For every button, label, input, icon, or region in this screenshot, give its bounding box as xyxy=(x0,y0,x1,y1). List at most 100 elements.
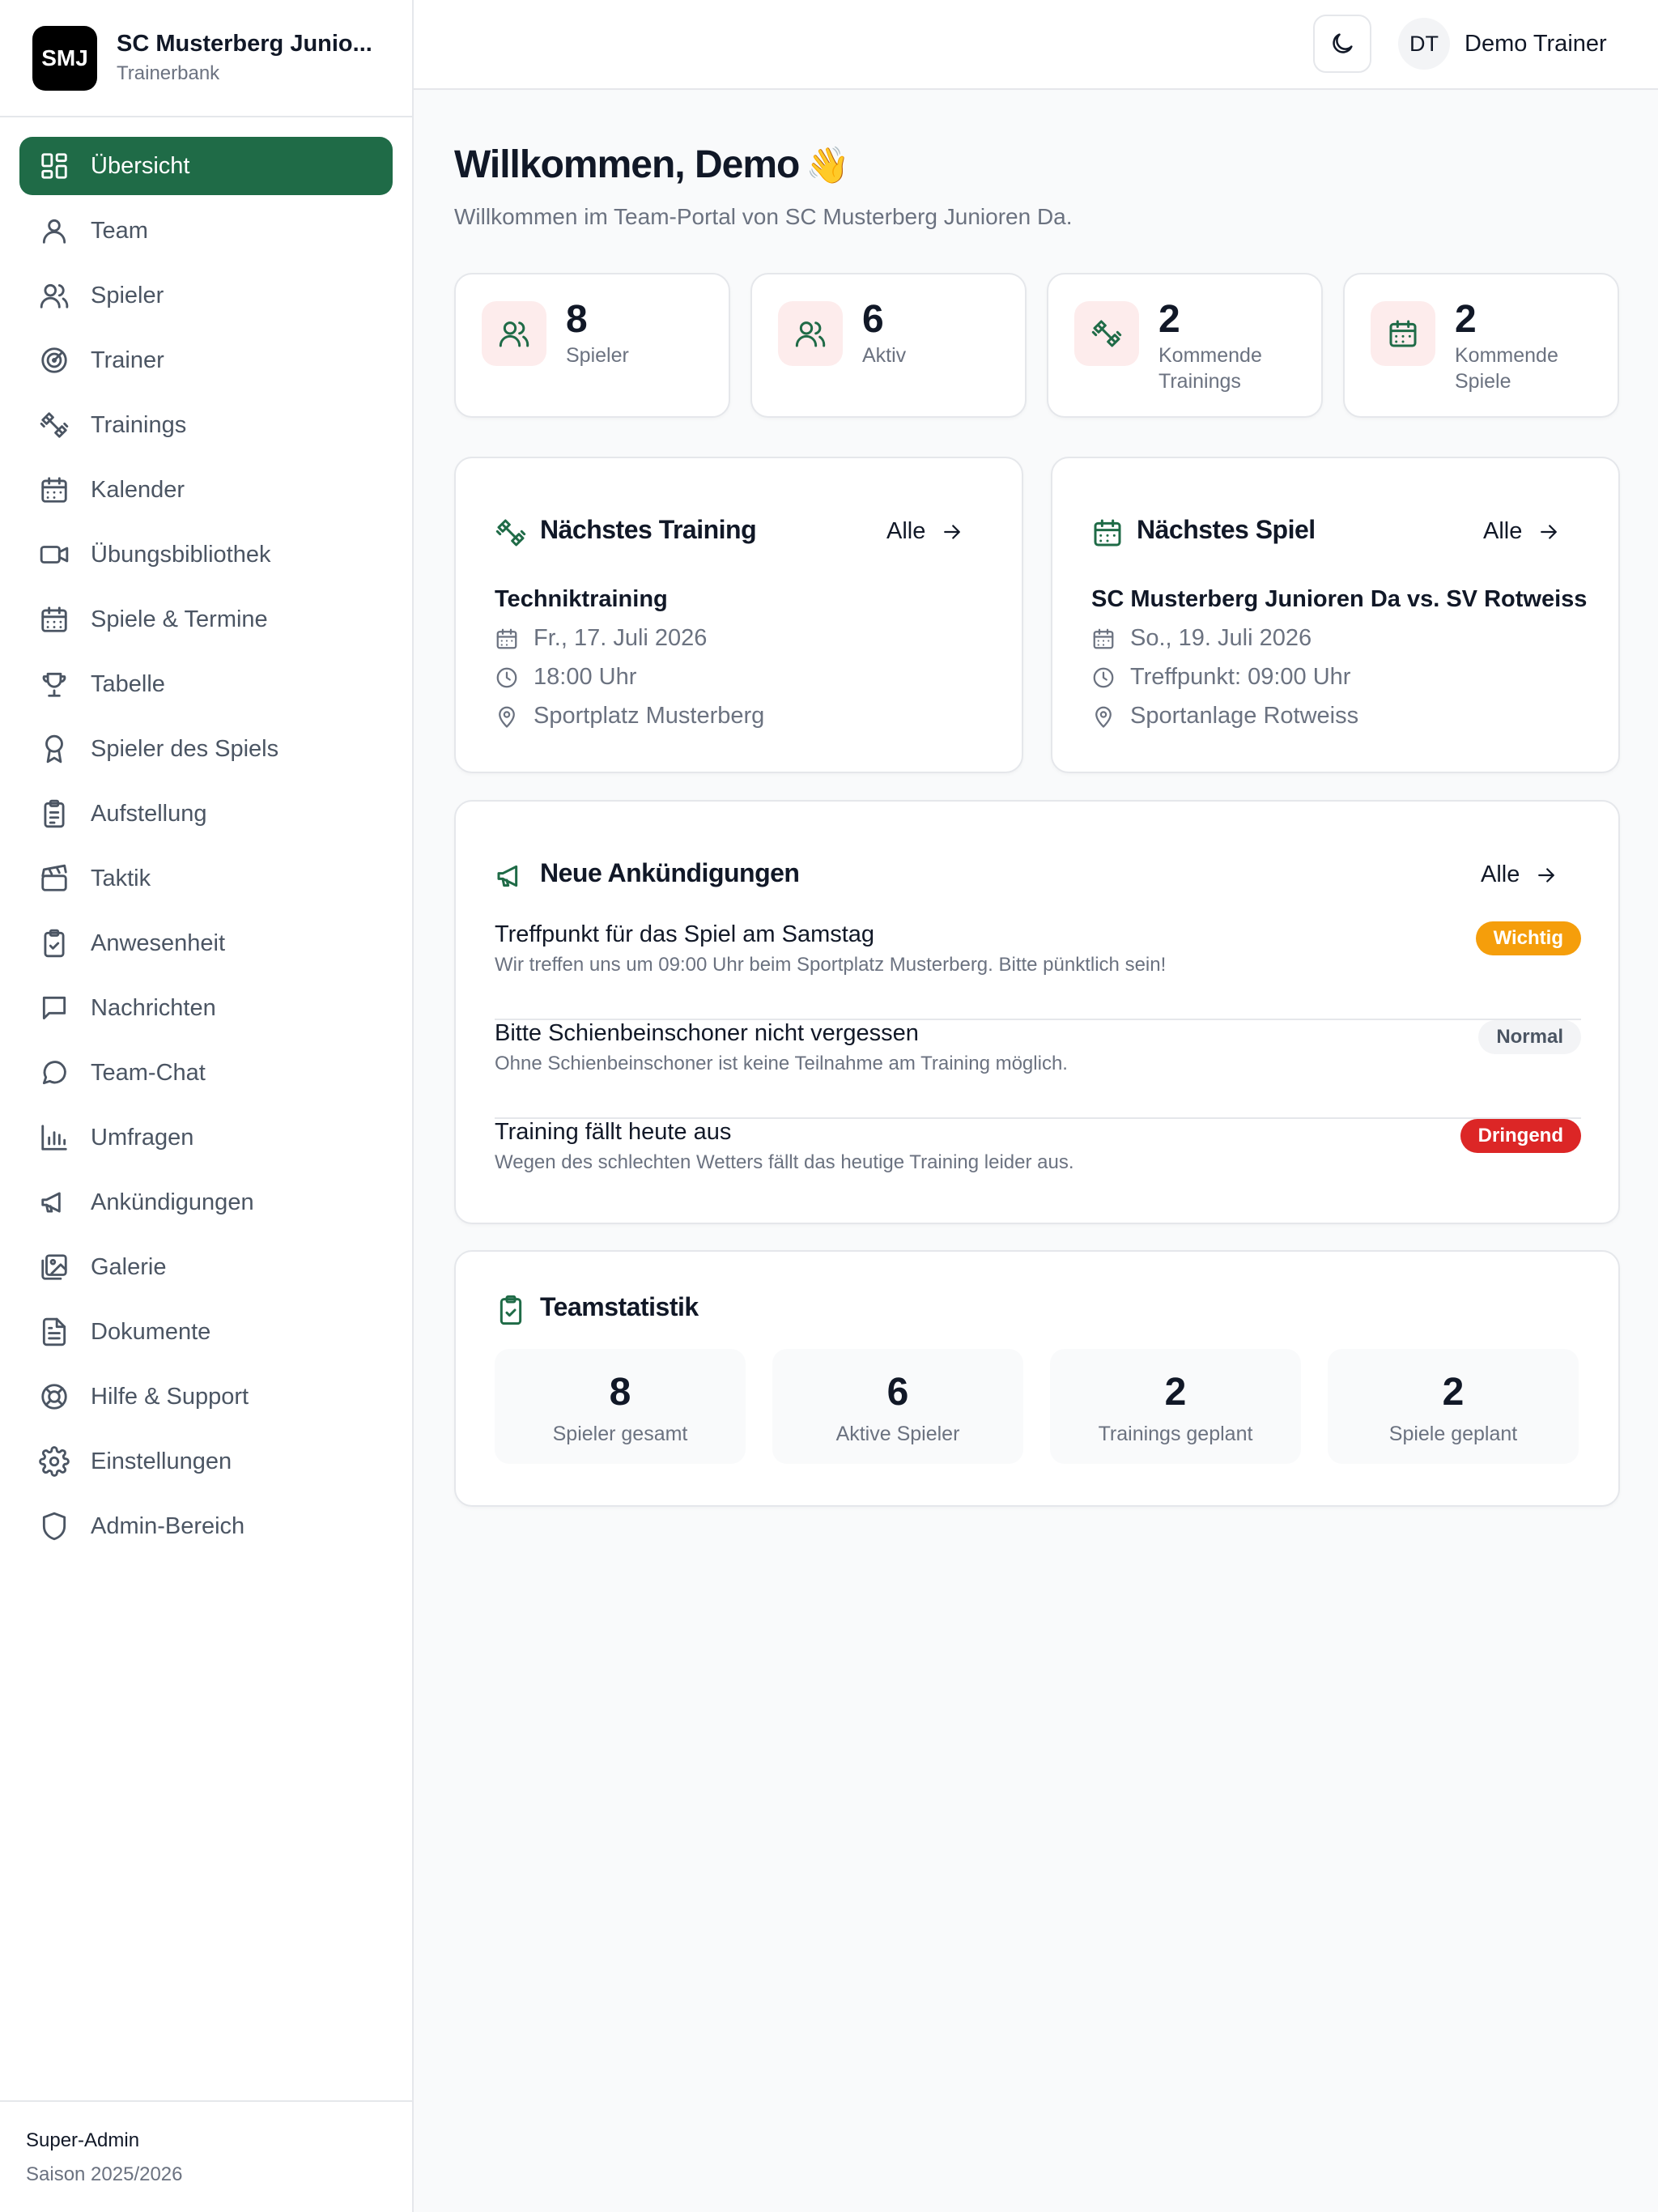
announcements-card: Neue Ankündigungen Alle Treffpunkt für d… xyxy=(454,800,1620,1224)
sidebar-item-spieler[interactable]: Spieler xyxy=(19,266,393,325)
award-icon xyxy=(39,734,70,764)
sidebar-item-aufstellung[interactable]: Aufstellung xyxy=(19,785,393,843)
sidebar-nav: Übersicht Team Spieler Trainer Trainings… xyxy=(0,117,412,1555)
team-stat-value: 8 xyxy=(609,1371,631,1414)
stat-card-spiele: 2 Kommende Spiele xyxy=(1343,273,1619,418)
video-icon xyxy=(39,539,70,570)
sidebar-item-dokumente[interactable]: Dokumente xyxy=(19,1303,393,1361)
message-square-icon xyxy=(39,993,70,1023)
sidebar-item-trainer[interactable]: Trainer xyxy=(19,331,393,389)
team-stat-label: Trainings geplant xyxy=(1098,1423,1253,1445)
event-location-text: Sportanlage Rotweiss xyxy=(1130,703,1359,729)
announcement-title: Treffpunkt für das Spiel am Samstag xyxy=(495,921,875,947)
life-buoy-icon xyxy=(39,1381,70,1412)
sidebar-item-label: Team-Chat xyxy=(91,1059,206,1086)
file-text-icon xyxy=(39,1317,70,1347)
map-pin-icon xyxy=(495,704,519,729)
sidebar-item-label: Spiele & Termine xyxy=(91,606,268,632)
clipboard-check-icon xyxy=(39,928,70,959)
event-date-text: Fr., 17. Juli 2026 xyxy=(534,625,708,651)
dumbbell-icon xyxy=(495,517,527,549)
stat-card-spieler: 8 Spieler xyxy=(454,273,730,418)
stat-value: 8 xyxy=(566,298,588,341)
team-statistics-card: Teamstatistik 8 Spieler gesamt 6 Aktive … xyxy=(454,1250,1620,1507)
stat-card-aktiv: 6 Aktiv xyxy=(750,273,1027,418)
sidebar-item-nachrichten[interactable]: Nachrichten xyxy=(19,979,393,1037)
sidebar-item-galerie[interactable]: Galerie xyxy=(19,1238,393,1296)
user-name: Demo Trainer xyxy=(1465,30,1607,57)
sidebar-item-label: Team xyxy=(91,217,148,244)
stat-label: Kommende Spiele xyxy=(1455,344,1558,393)
calendar-days-icon xyxy=(39,604,70,635)
sidebar-item-uebungsbibliothek[interactable]: Übungsbibliothek xyxy=(19,525,393,584)
dashboard-icon xyxy=(39,151,70,181)
announcement-title: Training fällt heute aus xyxy=(495,1119,732,1145)
page-subtitle: Willkommen im Team-Portal von SC Musterb… xyxy=(454,204,1073,229)
brand[interactable]: SMJ SC Musterberg Junio... Trainerbank xyxy=(0,0,412,117)
priority-badge: Wichtig xyxy=(1475,921,1581,955)
team-stat-value: 2 xyxy=(1442,1371,1465,1414)
season-label: Saison 2025/2026 xyxy=(26,2163,183,2185)
sidebar-item-uebersicht[interactable]: Übersicht xyxy=(19,137,393,195)
theme-toggle-button[interactable] xyxy=(1313,15,1371,73)
sidebar-item-label: Tabelle xyxy=(91,670,165,697)
sidebar-item-label: Anwesenheit xyxy=(91,929,226,956)
clipboard-list-icon xyxy=(39,798,70,829)
sidebar-item-label: Hilfe & Support xyxy=(91,1383,249,1410)
sidebar-item-taktik[interactable]: Taktik xyxy=(19,849,393,908)
team-stat-box: 2 Spiele geplant xyxy=(1328,1349,1579,1464)
sidebar-item-trainings[interactable]: Trainings xyxy=(19,396,393,454)
announcement-item[interactable]: Treffpunkt für das Spiel am Samstag Wir … xyxy=(495,921,1581,1020)
sidebar-item-ankuendigungen[interactable]: Ankündigungen xyxy=(19,1173,393,1231)
card-title: Neue Ankündigungen xyxy=(540,858,800,887)
arrow-right-icon xyxy=(1534,863,1558,887)
sidebar-footer: Super-Admin Saison 2025/2026 xyxy=(0,2100,412,2212)
user-icon xyxy=(39,215,70,246)
event-date-text: So., 19. Juli 2026 xyxy=(1130,625,1312,651)
all-games-link[interactable]: Alle xyxy=(1483,518,1561,545)
sidebar-item-umfragen[interactable]: Umfragen xyxy=(19,1108,393,1167)
all-trainings-link[interactable]: Alle xyxy=(886,518,964,545)
arrow-right-icon xyxy=(1537,520,1561,544)
sidebar-item-spieler-des-spiels[interactable]: Spieler des Spiels xyxy=(19,720,393,778)
welcome-title-text: Willkommen, Demo xyxy=(454,143,800,186)
sidebar-item-team-chat[interactable]: Team-Chat xyxy=(19,1044,393,1102)
team-stat-box: 6 Aktive Spieler xyxy=(772,1349,1023,1464)
team-stat-label: Spieler gesamt xyxy=(552,1423,688,1445)
event-location: Sportanlage Rotweiss xyxy=(1091,703,1358,730)
announcement-item[interactable]: Training fällt heute aus Wegen des schle… xyxy=(495,1119,1581,1218)
sidebar-item-tabelle[interactable]: Tabelle xyxy=(19,655,393,713)
team-logo: SMJ xyxy=(32,25,97,91)
stat-value: 2 xyxy=(1455,298,1477,341)
all-announcements-link[interactable]: Alle xyxy=(1481,861,1558,888)
sidebar-item-admin-bereich[interactable]: Admin-Bereich xyxy=(19,1497,393,1555)
team-stat-label: Spiele geplant xyxy=(1388,1423,1518,1445)
sidebar-item-einstellungen[interactable]: Einstellungen xyxy=(19,1432,393,1491)
clipboard-check-icon xyxy=(495,1294,527,1326)
sidebar-item-label: Einstellungen xyxy=(91,1448,232,1474)
calendar-icon xyxy=(1091,517,1124,549)
team-stat-box: 2 Trainings geplant xyxy=(1050,1349,1301,1464)
sidebar-item-spiele-termine[interactable]: Spiele & Termine xyxy=(19,590,393,649)
moon-icon xyxy=(1329,30,1356,57)
sidebar-item-label: Übungsbibliothek xyxy=(91,541,271,568)
announcement-item[interactable]: Bitte Schienbeinschoner nicht vergessen … xyxy=(495,1020,1581,1119)
megaphone-icon xyxy=(39,1187,70,1218)
sidebar-item-hilfe-support[interactable]: Hilfe & Support xyxy=(19,1368,393,1426)
users-icon xyxy=(39,280,70,311)
event-date: Fr., 17. Juli 2026 xyxy=(495,625,707,652)
event-time: Treffpunkt: 09:00 Uhr xyxy=(1091,664,1350,691)
stat-label: Aktiv xyxy=(862,344,907,367)
settings-icon xyxy=(39,1446,70,1477)
calendar-icon xyxy=(1091,627,1116,651)
user-menu[interactable]: DT Demo Trainer xyxy=(1398,18,1607,70)
event-name: Techniktraining xyxy=(495,586,668,612)
sidebar-item-team[interactable]: Team xyxy=(19,202,393,260)
event-location: Sportplatz Musterberg xyxy=(495,703,764,730)
sidebar-item-label: Spieler xyxy=(91,282,164,308)
team-stat-label: Aktive Spieler xyxy=(835,1423,960,1445)
sidebar-item-kalender[interactable]: Kalender xyxy=(19,461,393,519)
sidebar-item-anwesenheit[interactable]: Anwesenheit xyxy=(19,914,393,972)
trophy-icon xyxy=(39,669,70,700)
user-role: Super-Admin xyxy=(26,2129,140,2151)
